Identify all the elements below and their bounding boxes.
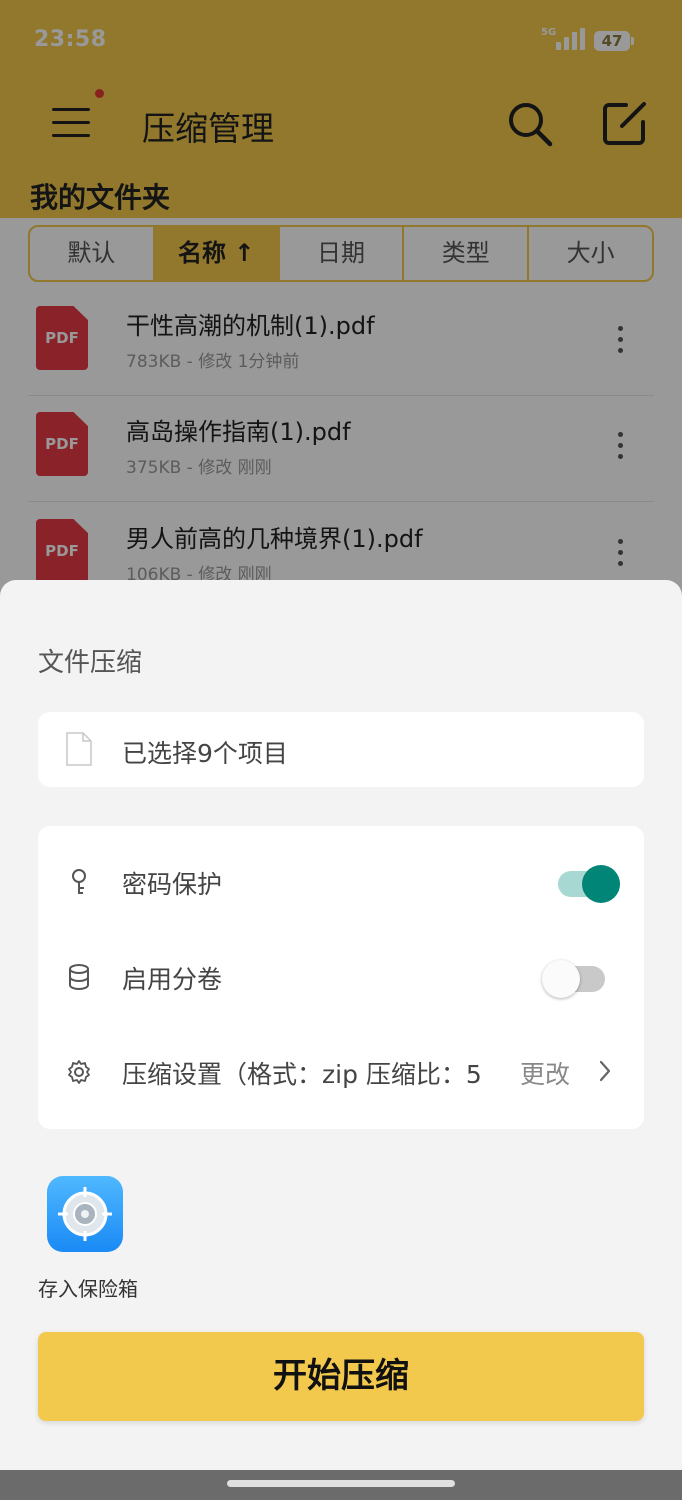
compression-settings-row[interactable]: 压缩设置（格式：zip 压缩比：5 更改	[38, 1024, 644, 1119]
compress-bottom-sheet: 文件压缩 已选择9个项目 密码保护 启用分卷 压缩设置（格式：zip 压缩比：5…	[0, 580, 682, 1470]
toggle-knob	[582, 865, 620, 903]
toggle-knob	[542, 960, 580, 998]
selection-count: 已选择9个项目	[122, 739, 288, 768]
chevron-right-icon	[599, 1060, 611, 1082]
selection-card: 已选择9个项目	[38, 712, 644, 787]
options-card: 密码保护 启用分卷 压缩设置（格式：zip 压缩比：5 更改	[38, 826, 644, 1129]
settings-change-link[interactable]: 更改	[518, 1055, 571, 1091]
password-toggle[interactable]	[558, 865, 620, 903]
password-protection-row[interactable]: 密码保护	[38, 834, 644, 929]
password-label: 密码保护	[122, 870, 223, 899]
vault-icon[interactable]	[47, 1176, 123, 1252]
sheet-title: 文件压缩	[38, 648, 143, 678]
start-compress-button[interactable]: 开始压缩	[38, 1332, 644, 1421]
split-label: 启用分卷	[122, 965, 223, 994]
settings-label: 压缩设置（格式：zip 压缩比：5	[122, 1060, 482, 1089]
split-volume-row[interactable]: 启用分卷	[38, 929, 644, 1024]
document-icon	[66, 732, 92, 766]
database-icon	[69, 964, 89, 990]
gear-icon	[68, 1060, 90, 1084]
system-nav-bar	[0, 1470, 682, 1500]
home-gesture-handle[interactable]	[227, 1480, 455, 1487]
split-toggle[interactable]	[542, 960, 605, 998]
key-icon	[72, 869, 86, 894]
vault-label: 存入保险箱	[38, 1277, 138, 1301]
